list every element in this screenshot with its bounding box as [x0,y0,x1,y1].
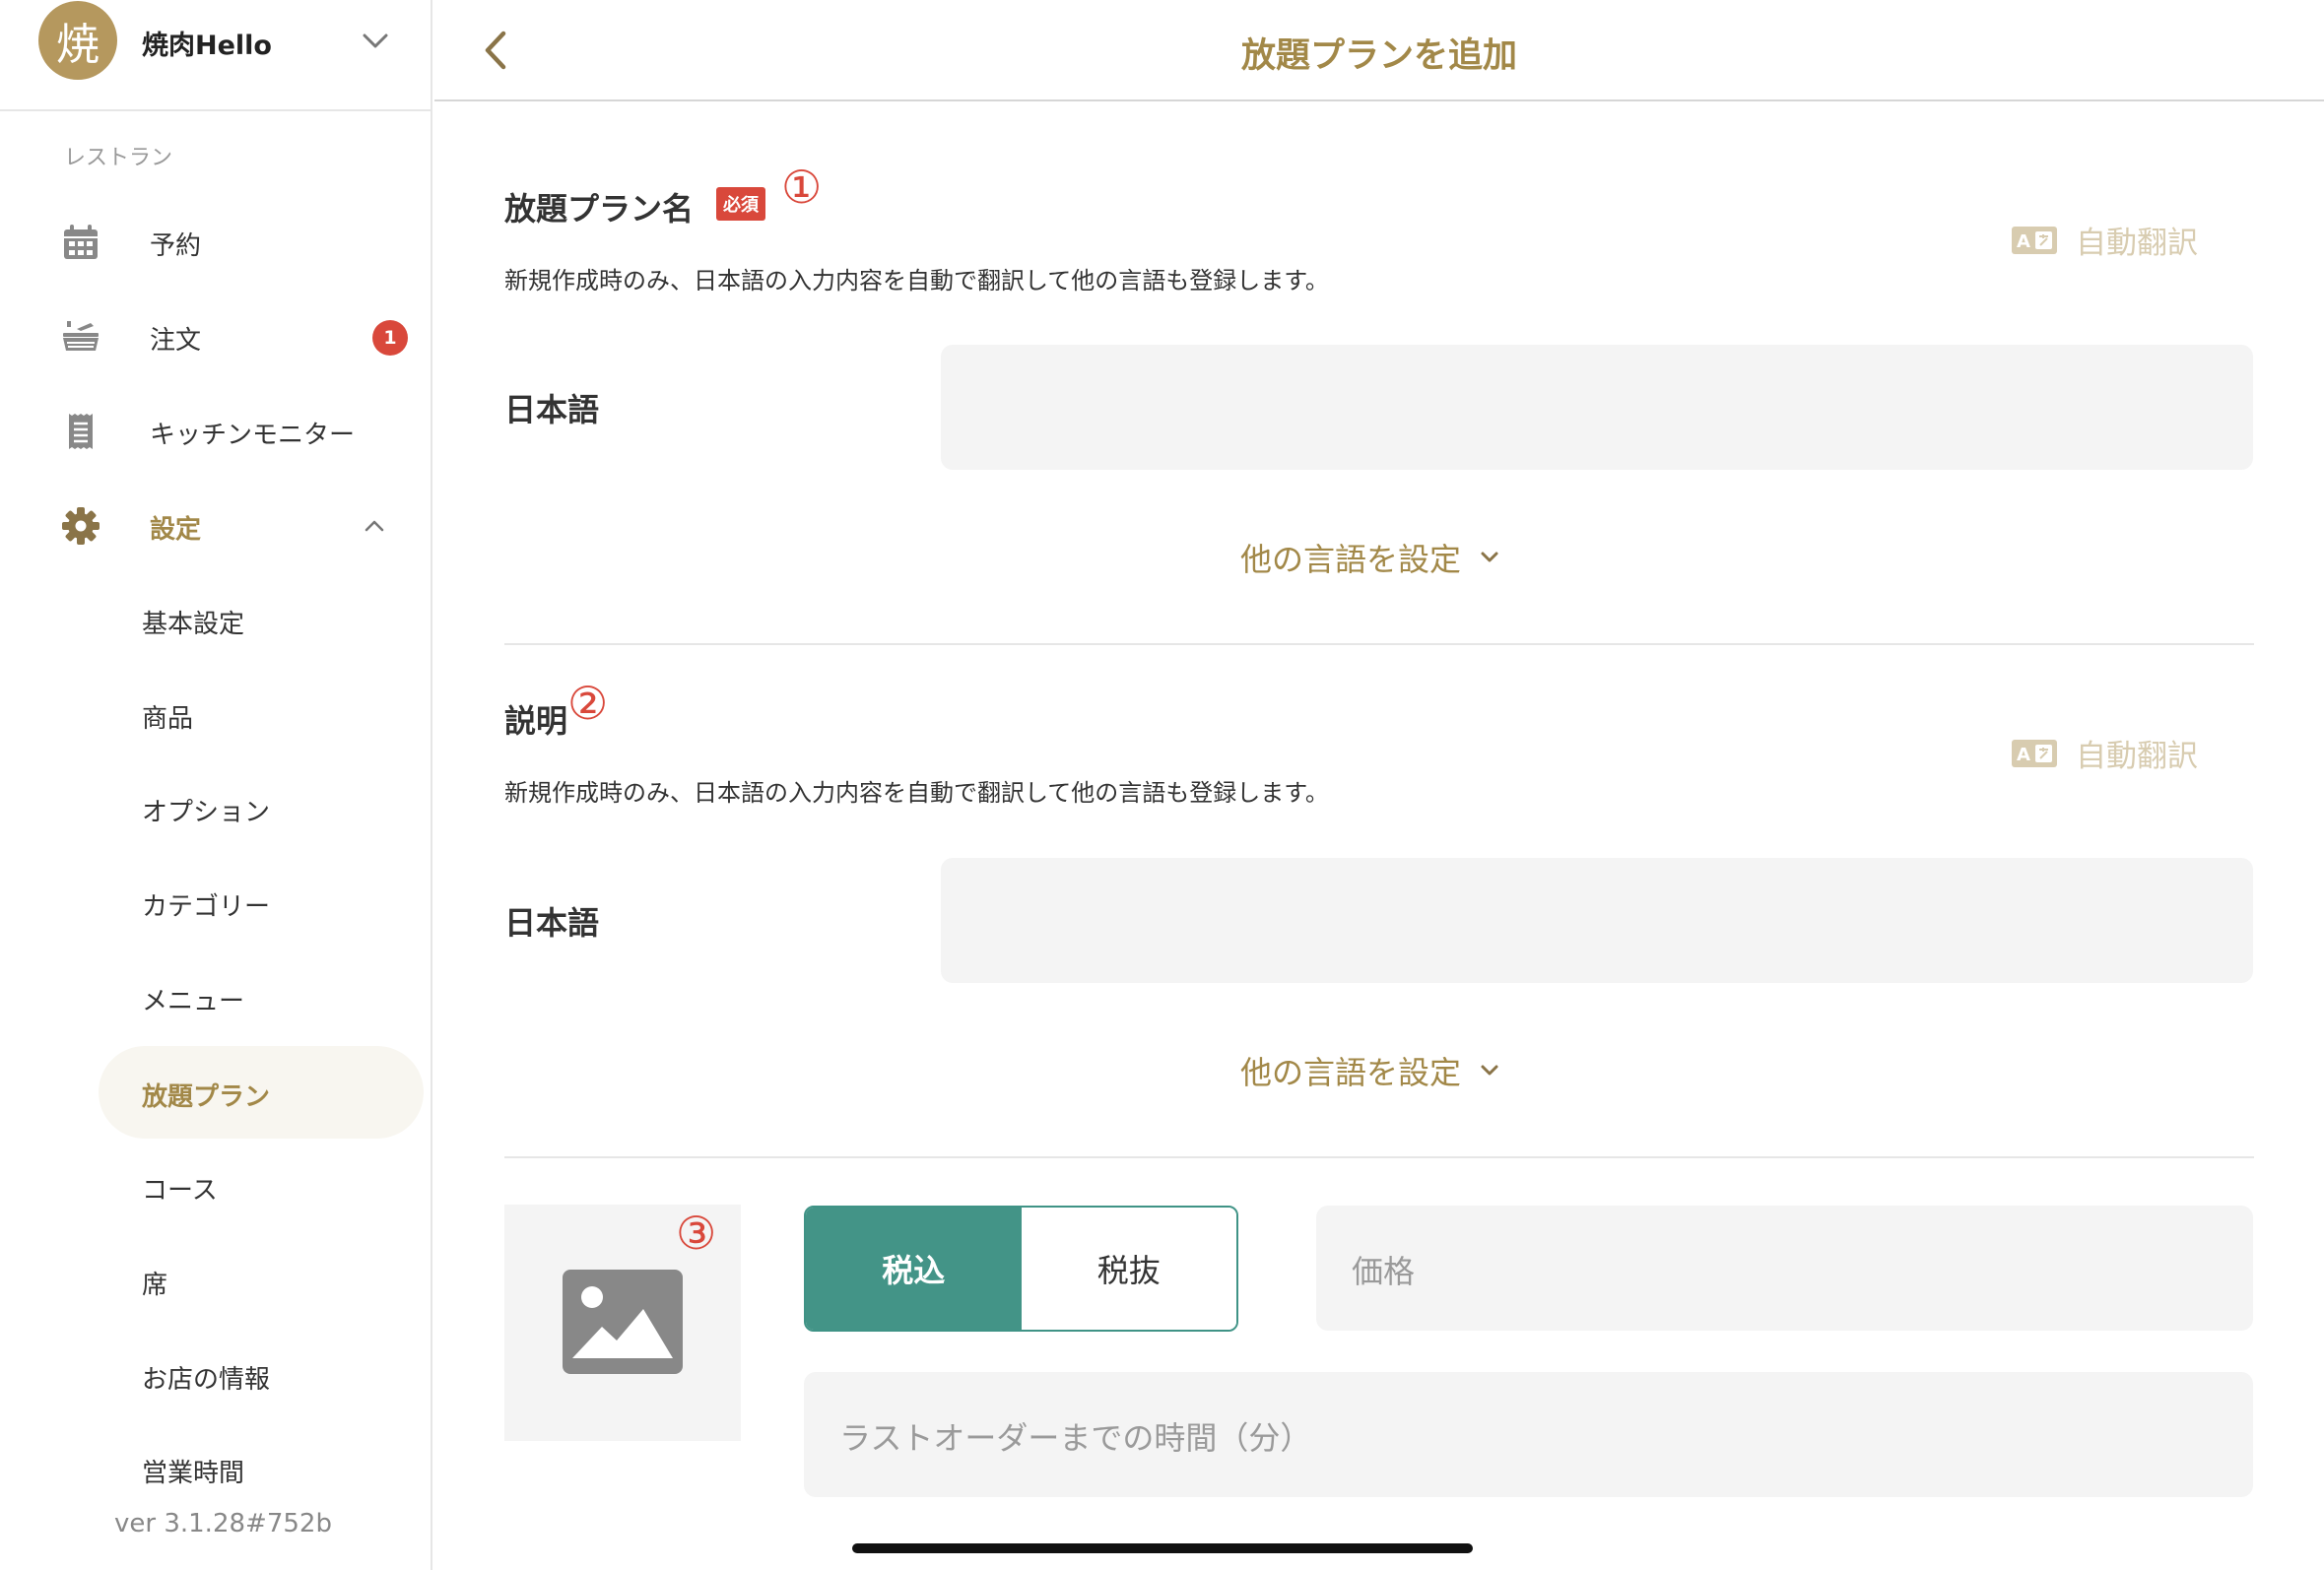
annotation-marker-1: ① [781,161,823,214]
translate-icon: A [2012,739,2057,767]
settings-item-label: メニュー [142,987,245,1016]
description-help-text: 新規作成時のみ、日本語の入力内容を自動で翻訳して他の言語も登録します。 [504,779,1329,807]
nav-item-orders[interactable]: 注文 1 [0,301,432,370]
chevron-up-icon [365,520,384,532]
nav-item-settings[interactable]: 設定 [0,491,432,559]
restaurant-name: 焼肉Hello [142,31,272,61]
settings-item-all-you-can-plan[interactable]: 放題プラン [99,1046,424,1139]
chevron-down-icon [1481,1065,1498,1076]
description-title: 説明 [504,702,568,740]
plan-name-description: 新規作成時のみ、日本語の入力内容を自動で翻訳して他の言語も登録します。 [504,267,1329,294]
settings-item-basic[interactable]: 基本設定 [99,573,424,666]
price-placeholder: 価格 [1352,1253,1416,1290]
description-input-ja[interactable] [941,858,2253,983]
nav-label: 注文 [150,326,202,356]
tax-excluded-option[interactable]: 税抜 [1021,1208,1236,1330]
plan-name-input-ja[interactable] [941,345,2253,470]
plan-form: 放題プラン名 必須 ① 新規作成時のみ、日本語の入力内容を自動で翻訳して他の言語… [434,103,2324,1570]
auto-translate-button[interactable]: A 自動翻訳 [2011,218,2198,262]
annotation-marker-3: ③ [676,1207,717,1260]
settings-item-label: 営業時間 [142,1459,245,1488]
other-languages-toggle[interactable]: 他の言語を設定 [1240,535,1502,580]
other-languages-label: 他の言語を設定 [1240,541,1462,578]
nav-label: キッチンモニター [150,421,356,450]
receipt-icon [69,414,93,449]
page-header: 放題プランを追加 [434,0,2324,101]
restaurant-avatar: 焼 [38,1,117,80]
required-badge: 必須 [716,187,765,221]
section-divider [504,643,2254,645]
language-label: 日本語 [504,391,600,428]
settings-item-business-hours[interactable]: 営業時間 [99,1422,424,1515]
plan-name-title: 放題プラン名 [504,190,695,228]
svg-text:A: A [2017,745,2030,765]
settings-item-seats[interactable]: 席 [99,1234,424,1327]
last-order-minutes-input[interactable]: ラストオーダーまでの時間（分） [804,1372,2253,1497]
other-languages-label: 他の言語を設定 [1240,1054,1462,1091]
chevron-down-icon [1481,552,1498,562]
nav-item-reservation[interactable]: 予約 [0,207,432,276]
settings-item-categories[interactable]: カテゴリー [99,856,424,949]
page-title: 放題プランを追加 [1240,36,1517,76]
home-indicator[interactable] [852,1543,1473,1553]
calendar-icon [64,225,98,259]
tax-toggle: 税込 税抜 [804,1206,1238,1332]
translate-icon: A [2012,226,2057,254]
language-label: 日本語 [504,904,600,942]
settings-item-products[interactable]: 商品 [99,668,424,760]
settings-item-label: 放題プラン [142,1082,271,1112]
settings-item-label: 席 [142,1271,168,1300]
price-input[interactable]: 価格 [1316,1206,2253,1331]
image-placeholder-icon [563,1270,683,1374]
settings-item-label: カテゴリー [142,892,271,922]
nav-label: 予約 [150,231,202,261]
order-tray-icon [63,321,99,351]
auto-translate-button[interactable]: A 自動翻訳 [2011,731,2198,775]
restaurant-switcher[interactable]: 焼 焼肉Hello [0,0,432,111]
section-label: レストラン [64,146,173,170]
annotation-marker-2: ② [567,677,609,730]
app-version: ver 3.1.28#752b [114,1509,332,1538]
settings-item-menu[interactable]: メニュー [99,950,424,1043]
settings-item-label: コース [142,1176,218,1206]
order-count-badge: 1 [372,320,408,356]
sidebar: 焼 焼肉Hello レストラン 予約 注文 1 キッチンモニター 設定 基本設定… [0,0,432,1570]
auto-translate-label: 自動翻訳 [2076,739,2198,774]
other-languages-toggle[interactable]: 他の言語を設定 [1240,1048,1502,1093]
settings-item-course[interactable]: コース [99,1140,424,1232]
nav-item-kitchen-monitor[interactable]: キッチンモニター [0,396,432,465]
section-divider [504,1156,2254,1158]
settings-item-label: 商品 [142,704,194,734]
settings-item-label: お店の情報 [142,1365,271,1395]
svg-text:A: A [2017,231,2030,252]
chevron-down-icon [363,33,388,48]
settings-item-label: 基本設定 [142,610,245,639]
auto-translate-label: 自動翻訳 [2076,226,2198,261]
gear-icon [62,507,100,545]
tax-included-option[interactable]: 税込 [806,1208,1022,1330]
settings-item-options[interactable]: オプション [99,761,424,854]
nav-label: 設定 [150,515,202,545]
last-order-placeholder: ラストオーダーまでの時間（分） [839,1419,1312,1457]
settings-item-label: オプション [142,798,271,827]
settings-item-store-info[interactable]: お店の情報 [99,1329,424,1421]
